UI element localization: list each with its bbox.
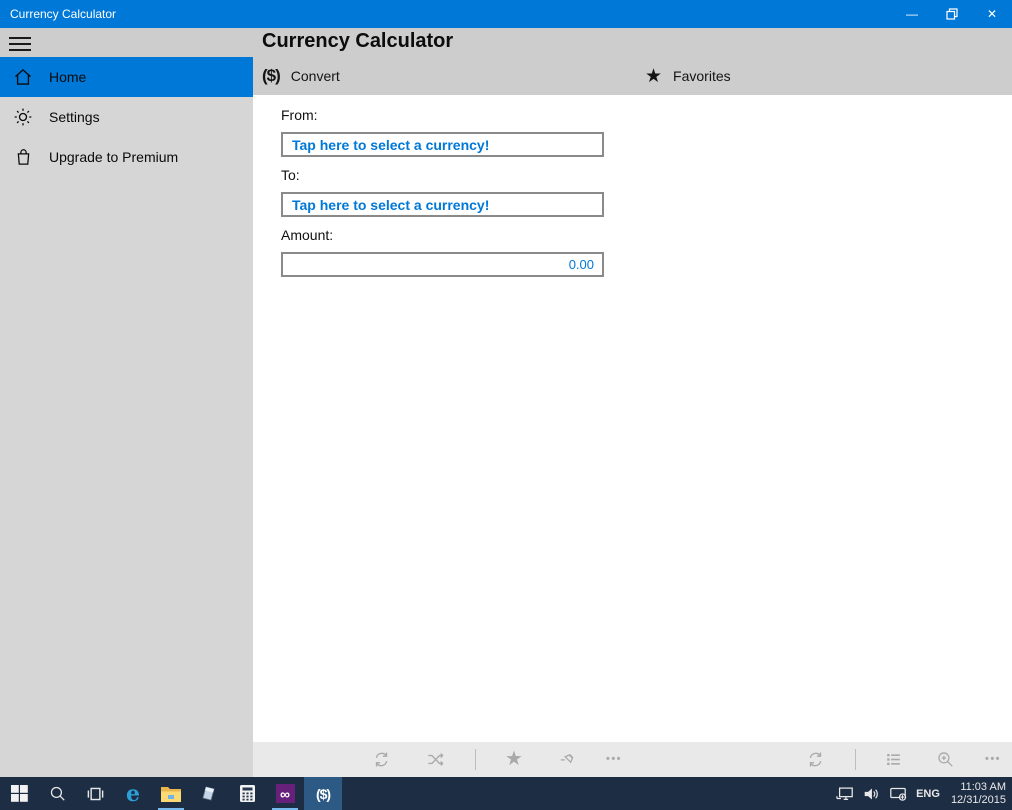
window-titlebar: Currency Calculator — ✕	[0, 0, 1012, 28]
sync-icon	[375, 752, 387, 766]
search-icon	[50, 786, 65, 801]
sidebar: Home Settings Upgrade to Premium	[0, 57, 253, 777]
tab-convert-label: Convert	[290, 68, 340, 84]
more-options-button[interactable]: •••	[597, 745, 631, 773]
to-label: To:	[281, 167, 300, 183]
window-title: Currency Calculator	[10, 7, 117, 21]
sidebar-item-label: Settings	[49, 109, 100, 125]
hamburger-menu-button[interactable]	[9, 34, 39, 54]
page-title: Currency Calculator	[262, 30, 454, 52]
hamburger-icon	[9, 37, 31, 39]
volume-icon[interactable]	[863, 787, 880, 801]
visual-studio-icon: ∞	[275, 784, 295, 803]
calculator-icon	[239, 785, 255, 802]
windows-logo-icon	[10, 785, 28, 802]
clock[interactable]: 11:03 AM 12/31/2015	[949, 781, 1006, 807]
more-icon: •••	[984, 753, 1002, 765]
star-icon: ★	[645, 65, 663, 87]
language-indicator[interactable]: ENG	[916, 788, 940, 800]
window-controls: — ✕	[892, 0, 1012, 28]
more-icon: •••	[605, 753, 623, 765]
network-icon[interactable]	[836, 786, 854, 801]
currency-calculator-app: Currency Calculator — ✕ Currency Calcula…	[0, 0, 1012, 810]
pin-icon	[560, 753, 573, 763]
currency-exchange-icon: ($)	[262, 66, 281, 85]
to-currency-placeholder: Tap here to select a currency!	[292, 196, 490, 213]
amount-label: Amount:	[281, 227, 334, 243]
sidebar-item-settings[interactable]: Settings	[0, 97, 253, 137]
shopping-bag-icon	[12, 146, 34, 168]
taskbar-currency-calculator-button[interactable]: ($)	[304, 777, 342, 810]
currency-app-icon: ($)	[315, 785, 331, 802]
to-currency-selector[interactable]: Tap here to select a currency!	[281, 192, 604, 217]
commandbar-separator	[475, 749, 476, 770]
list-view-button[interactable]	[876, 745, 910, 773]
favorite-star-icon: ★	[505, 748, 523, 770]
task-view-button[interactable]	[76, 777, 114, 810]
taskbar-search-button[interactable]	[38, 777, 76, 810]
taskbar-calculator-button[interactable]	[228, 777, 266, 810]
sync-icon	[809, 752, 821, 766]
tab-convert[interactable]: ($) Convert	[262, 57, 340, 95]
secondary-more-button[interactable]: •••	[976, 745, 1010, 773]
list-icon	[886, 753, 900, 765]
home-icon	[12, 66, 34, 88]
sidebar-item-label: Upgrade to Premium	[49, 149, 179, 165]
refresh-favorites-button[interactable]	[798, 745, 832, 773]
tab-favorites[interactable]: ★ Favorites	[645, 57, 731, 95]
header-band: Currency Calculator	[0, 28, 1012, 57]
amount-input[interactable]	[281, 252, 604, 277]
app-commandbar: ★ ••• •••	[253, 742, 1012, 777]
pin-button[interactable]	[550, 745, 584, 773]
convert-panel: From: Tap here to select a currency! To:…	[253, 95, 1012, 742]
sidebar-item-home[interactable]: Home	[0, 57, 253, 97]
add-favorite-button[interactable]: ★	[497, 745, 531, 773]
taskbar-notepad-button[interactable]	[190, 777, 228, 810]
minimize-button[interactable]: —	[892, 0, 932, 28]
system-tray: ENG 11:03 AM 12/31/2015	[836, 777, 1012, 810]
from-currency-placeholder: Tap here to select a currency!	[292, 136, 490, 153]
zoom-in-icon	[937, 751, 953, 767]
sidebar-item-upgrade-premium[interactable]: Upgrade to Premium	[0, 137, 253, 177]
commandbar-separator	[855, 749, 856, 770]
date: 12/31/2015	[950, 793, 1006, 806]
gear-icon	[12, 106, 34, 128]
sync-rates-button[interactable]	[364, 745, 398, 773]
touch-keyboard-icon[interactable]	[889, 786, 907, 801]
pivot-tabbar: ($) Convert ★ Favorites	[253, 57, 1012, 95]
notepad-icon	[202, 786, 214, 801]
restore-button[interactable]	[932, 0, 972, 28]
task-view-icon	[87, 787, 103, 800]
restore-icon	[946, 8, 958, 20]
tab-favorites-label: Favorites	[673, 68, 731, 84]
taskbar-file-explorer-button[interactable]	[152, 777, 190, 810]
taskbar-edge-button[interactable]: e	[114, 777, 152, 810]
file-explorer-icon	[161, 786, 181, 802]
sidebar-item-label: Home	[49, 69, 87, 85]
edge-icon: e	[126, 780, 140, 807]
start-button[interactable]	[0, 777, 38, 810]
from-label: From:	[281, 107, 318, 123]
zoom-in-button[interactable]	[928, 745, 962, 773]
taskbar-visual-studio-button[interactable]: ∞	[266, 777, 304, 810]
swap-currencies-button[interactable]	[418, 745, 452, 773]
close-button[interactable]: ✕	[972, 0, 1012, 28]
shuffle-icon	[427, 752, 444, 766]
windows-taskbar: e ∞ ($) ENG 11:03 AM 12/31/2015	[0, 777, 1012, 810]
time: 11:03 AM	[960, 780, 1006, 793]
from-currency-selector[interactable]: Tap here to select a currency!	[281, 132, 604, 157]
